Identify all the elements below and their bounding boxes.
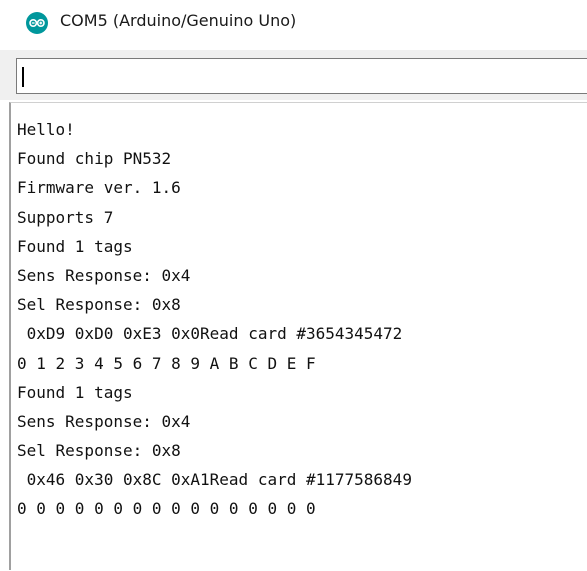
output-line: 0x46 0x30 0x8C 0xA1Read card #1177586849: [17, 470, 412, 490]
title-bar: COM5 (Arduino/Genuino Uno): [0, 0, 587, 50]
window-title: COM5 (Arduino/Genuino Uno): [60, 11, 297, 30]
send-bar: [0, 50, 587, 100]
serial-send-input[interactable]: [16, 58, 587, 94]
output-line: 0 0 0 0 0 0 0 0 0 0 0 0 0 0 0 0: [17, 499, 316, 519]
output-line: 0xD9 0xD0 0xE3 0x0Read card #3654345472: [17, 324, 403, 344]
text-caret: [22, 67, 24, 87]
output-line: Sens Response: 0x4: [17, 411, 191, 431]
serial-output-lines: Hello! Found chip PN532 Firmware ver. 1.…: [17, 115, 412, 524]
output-line: Hello!: [17, 120, 75, 139]
output-line: Firmware ver. 1.6: [17, 178, 181, 198]
output-line: Found chip PN532: [17, 149, 172, 169]
output-line: Sens Response: 0x4: [17, 265, 191, 285]
output-line: Sel Response: 0x8: [17, 295, 181, 315]
serial-monitor-window: COM5 (Arduino/Genuino Uno) Hello! Found …: [0, 0, 587, 571]
output-line: 0 1 2 3 4 5 6 7 8 9 A B C D E F: [17, 353, 316, 373]
output-line: Found 1 tags: [17, 382, 133, 402]
arduino-icon: [26, 12, 48, 34]
serial-output-area[interactable]: Hello! Found chip PN532 Firmware ver. 1.…: [9, 102, 587, 570]
output-line: Sel Response: 0x8: [17, 441, 181, 461]
output-line: Found 1 tags: [17, 236, 133, 256]
output-line: Supports 7: [17, 207, 114, 227]
